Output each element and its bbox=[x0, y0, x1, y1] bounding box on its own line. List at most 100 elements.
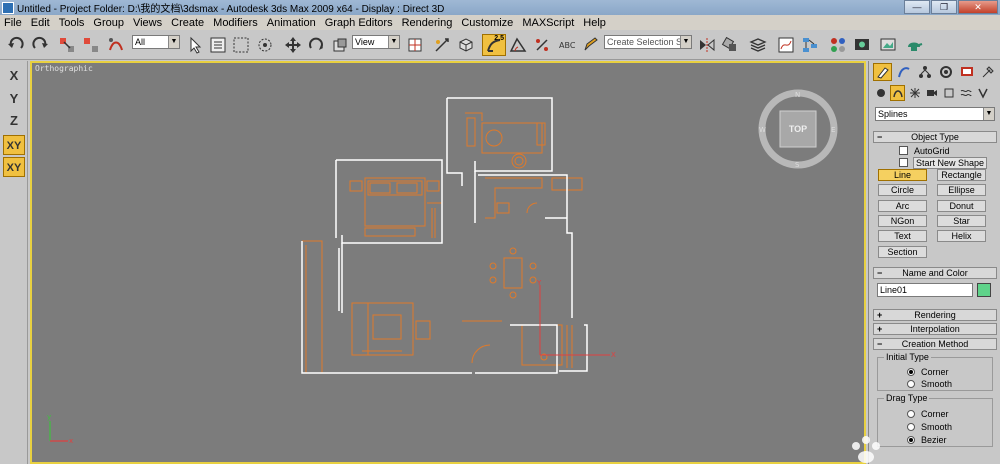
render-setup-icon[interactable] bbox=[852, 35, 872, 55]
lights-category-icon[interactable] bbox=[907, 85, 922, 101]
rectangular-selection-icon[interactable] bbox=[231, 35, 251, 55]
autogrid-checkbox-row[interactable]: AutoGrid bbox=[899, 145, 950, 156]
space-warps-category-icon[interactable] bbox=[958, 85, 973, 101]
object-type-rollout-header[interactable]: − Object Type bbox=[873, 131, 997, 143]
viewcube-face-label[interactable]: TOP bbox=[780, 124, 816, 134]
line-button[interactable]: Line bbox=[878, 169, 927, 181]
systems-category-icon[interactable] bbox=[975, 85, 990, 101]
menu-file[interactable]: File bbox=[4, 17, 22, 29]
menu-graph-editors[interactable]: Graph Editors bbox=[325, 17, 393, 29]
close-button[interactable]: ✕ bbox=[958, 0, 998, 14]
named-selection-set-select[interactable]: Create Selection Set ▼ bbox=[604, 35, 692, 49]
undo-icon[interactable] bbox=[6, 35, 26, 55]
drag-corner-radio[interactable] bbox=[907, 409, 915, 418]
modify-tab-icon[interactable] bbox=[894, 63, 913, 81]
motion-tab-icon[interactable] bbox=[936, 63, 955, 81]
restrict-z-button[interactable]: Z bbox=[3, 111, 25, 131]
selection-filter-select[interactable]: All ▼ bbox=[132, 35, 180, 49]
select-by-name-icon[interactable] bbox=[208, 35, 228, 55]
minimize-button[interactable]: — bbox=[904, 0, 930, 14]
redo-icon[interactable] bbox=[30, 35, 50, 55]
start-new-shape-button[interactable]: Start New Shape bbox=[913, 157, 987, 169]
creation-method-rollout-header[interactable]: − Creation Method bbox=[873, 338, 997, 350]
ngon-button[interactable]: NGon bbox=[878, 215, 927, 227]
material-editor-icon[interactable] bbox=[828, 35, 848, 55]
move-icon[interactable] bbox=[283, 35, 303, 55]
restrict-x-button[interactable]: X bbox=[3, 66, 25, 86]
layer-manager-icon[interactable] bbox=[748, 35, 768, 55]
select-object-icon[interactable] bbox=[185, 35, 205, 55]
transform-gizmo[interactable]: Y X bbox=[536, 279, 616, 359]
shapes-category-icon[interactable] bbox=[890, 85, 905, 101]
helpers-category-icon[interactable] bbox=[941, 85, 956, 101]
rendered-frame-window-icon[interactable] bbox=[878, 35, 898, 55]
object-name-input[interactable]: Line01 bbox=[877, 283, 973, 297]
schematic-view-icon[interactable] bbox=[800, 35, 820, 55]
edit-named-selection-icon[interactable] bbox=[580, 35, 600, 55]
angle-snap-icon[interactable] bbox=[508, 35, 528, 55]
quick-render-icon[interactable] bbox=[904, 35, 924, 55]
menu-modifiers[interactable]: Modifiers bbox=[213, 17, 258, 29]
menu-views[interactable]: Views bbox=[133, 17, 162, 29]
geometry-category-icon[interactable] bbox=[873, 85, 888, 101]
reference-coordinate-select[interactable]: View ▼ bbox=[352, 35, 400, 49]
drag-corner-option[interactable]: Corner bbox=[907, 408, 949, 419]
curve-editor-icon[interactable] bbox=[776, 35, 796, 55]
initial-corner-radio[interactable] bbox=[907, 367, 915, 376]
mirror-icon[interactable] bbox=[697, 35, 717, 55]
menu-rendering[interactable]: Rendering bbox=[402, 17, 453, 29]
menu-tools[interactable]: Tools bbox=[59, 17, 85, 29]
rectangle-button[interactable]: Rectangle bbox=[937, 169, 986, 181]
rotate-icon[interactable] bbox=[306, 35, 326, 55]
menu-maxscript[interactable]: MAXScript bbox=[522, 17, 574, 29]
cameras-category-icon[interactable] bbox=[924, 85, 939, 101]
align-icon[interactable] bbox=[720, 35, 740, 55]
menu-create[interactable]: Create bbox=[171, 17, 204, 29]
maximize-button[interactable]: ❐ bbox=[931, 0, 957, 14]
menu-edit[interactable]: Edit bbox=[31, 17, 50, 29]
initial-corner-option[interactable]: Corner bbox=[907, 366, 949, 377]
interpolation-rollout-header[interactable]: + Interpolation bbox=[873, 323, 997, 335]
restrict-y-button[interactable]: Y bbox=[3, 89, 25, 109]
restrict-plane-cycle-button[interactable]: XY bbox=[3, 157, 25, 177]
menu-help[interactable]: Help bbox=[583, 17, 606, 29]
rendering-rollout-header[interactable]: + Rendering bbox=[873, 309, 997, 321]
text-button[interactable]: Text bbox=[878, 230, 927, 242]
bind-space-warp-icon[interactable] bbox=[106, 35, 126, 55]
initial-smooth-option[interactable]: Smooth bbox=[907, 378, 952, 389]
utilities-tab-icon[interactable] bbox=[978, 63, 997, 81]
object-category-select[interactable]: Splines ▼ bbox=[875, 107, 995, 121]
donut-button[interactable]: Donut bbox=[937, 200, 986, 212]
app-icon[interactable] bbox=[2, 1, 14, 14]
restrict-xy-plane-button[interactable]: XY bbox=[3, 135, 25, 155]
manipulate-icon[interactable] bbox=[432, 35, 452, 55]
menu-group[interactable]: Group bbox=[93, 17, 124, 29]
menu-animation[interactable]: Animation bbox=[267, 17, 316, 29]
object-color-swatch[interactable] bbox=[977, 283, 991, 297]
keyboard-shortcut-icon[interactable] bbox=[456, 35, 476, 55]
viewcube[interactable]: N S W E TOP bbox=[758, 89, 838, 169]
hierarchy-tab-icon[interactable] bbox=[915, 63, 934, 81]
scale-icon[interactable] bbox=[330, 35, 350, 55]
initial-smooth-radio[interactable] bbox=[907, 379, 915, 388]
window-crossing-icon[interactable] bbox=[255, 35, 275, 55]
select-and-link-icon[interactable] bbox=[57, 35, 77, 55]
autogrid-checkbox[interactable] bbox=[899, 146, 908, 155]
circle-button[interactable]: Circle bbox=[878, 184, 927, 196]
pivot-center-icon[interactable] bbox=[405, 35, 425, 55]
arc-button[interactable]: Arc bbox=[878, 200, 927, 212]
name-and-color-rollout-header[interactable]: − Name and Color bbox=[873, 267, 997, 279]
unlink-selection-icon[interactable] bbox=[81, 35, 101, 55]
display-tab-icon[interactable] bbox=[957, 63, 976, 81]
star-button[interactable]: Star bbox=[937, 215, 986, 227]
section-button[interactable]: Section bbox=[878, 246, 927, 258]
create-tab-icon[interactable] bbox=[873, 63, 892, 81]
spinner-snap-icon[interactable]: ABC bbox=[556, 35, 576, 55]
start-new-shape-checkbox[interactable] bbox=[899, 158, 908, 167]
menu-customize[interactable]: Customize bbox=[461, 17, 513, 29]
snaps-toggle-button[interactable]: 2.5 bbox=[482, 34, 506, 56]
percent-snap-icon[interactable] bbox=[532, 35, 552, 55]
ellipse-button[interactable]: Ellipse bbox=[937, 184, 986, 196]
orthographic-viewport[interactable]: Orthographic Y X y x N S W E TOP bbox=[30, 61, 866, 464]
helix-button[interactable]: Helix bbox=[937, 230, 986, 242]
